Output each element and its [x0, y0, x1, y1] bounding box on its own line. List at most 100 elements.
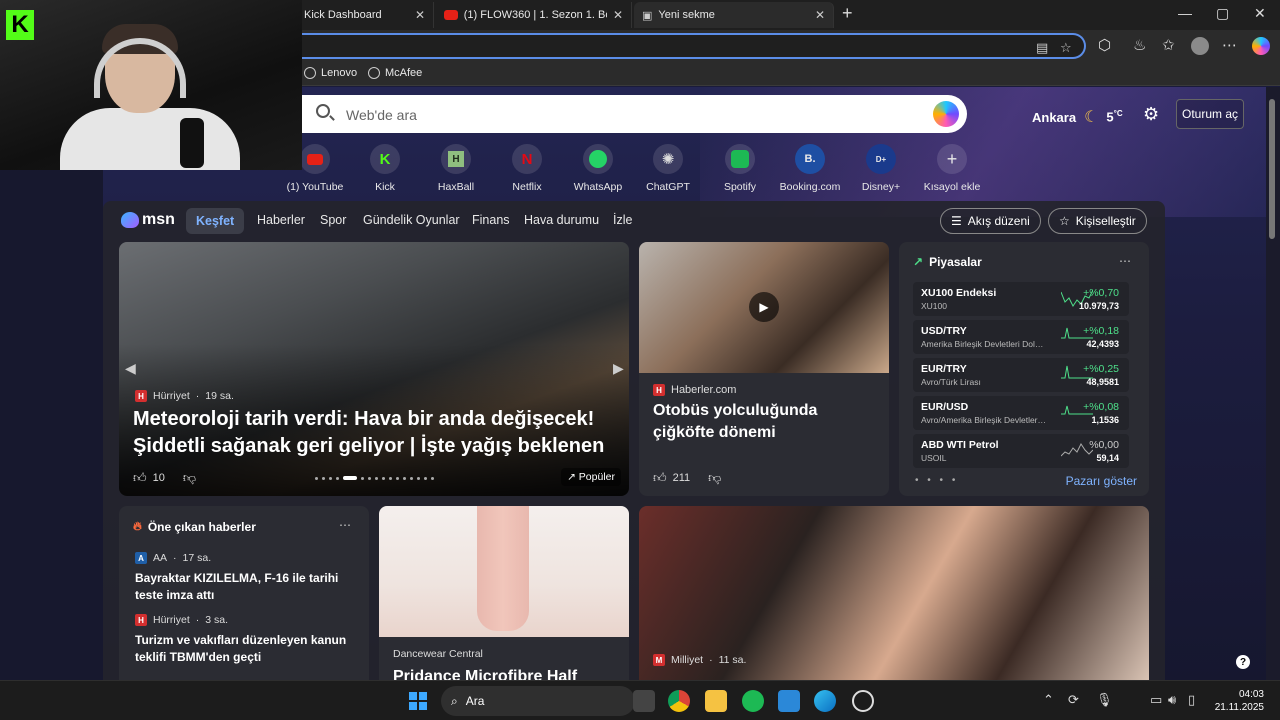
- left-background-strip: [0, 170, 103, 680]
- nav-izle[interactable]: İzle: [613, 213, 632, 227]
- shortcut-haxball[interactable]: H HaxBall: [419, 144, 493, 193]
- more-options-icon[interactable]: ⋯: [339, 518, 351, 532]
- feed-layout-button[interactable]: ☰ Akış düzeni: [940, 208, 1041, 234]
- msn-logo[interactable]: msn: [121, 211, 175, 229]
- file-explorer-icon[interactable]: [705, 690, 727, 712]
- task-view-icon[interactable]: [633, 690, 655, 712]
- dislike-icon[interactable]: 👎︎: [708, 470, 721, 486]
- tab-new-tab[interactable]: ▣ Yeni sekme ✕: [634, 2, 834, 28]
- shortcut-booking[interactable]: B. Booking.com: [773, 144, 847, 193]
- shortcut-chatgpt[interactable]: ✺ ChatGPT: [631, 144, 705, 193]
- search-icon: [316, 104, 330, 118]
- performance-icon[interactable]: ♨: [1133, 36, 1146, 54]
- video-title[interactable]: Otobüs yolculuğunda çiğköfte dönemi: [653, 400, 853, 444]
- market-row[interactable]: XU100 Endeksi XU100 +%0,70 10.979,73: [913, 282, 1129, 316]
- start-windows-icon[interactable]: [407, 690, 429, 712]
- shortcut-spotify[interactable]: Spotify: [703, 144, 777, 193]
- shortcut-disney[interactable]: D+ Disney+: [844, 144, 918, 193]
- split-screen-icon[interactable]: ▤: [1036, 40, 1048, 56]
- nav-finans[interactable]: Finans: [472, 213, 510, 227]
- web-search-box[interactable]: Web'de ara: [302, 95, 967, 133]
- hurriyet-logo-icon: H: [135, 614, 147, 626]
- copilot-icon[interactable]: [1252, 37, 1270, 55]
- carousel-prev-icon[interactable]: ◀: [125, 360, 136, 377]
- promo-card[interactable]: Dancewear Central Pridance Microfibre Ha…: [379, 506, 629, 680]
- disney-icon: D+: [866, 144, 896, 174]
- sign-in-button[interactable]: Oturum aç: [1176, 99, 1244, 129]
- close-icon[interactable]: ✕: [613, 8, 623, 22]
- carousel-next-icon[interactable]: ▶: [613, 360, 624, 377]
- help-icon[interactable]: ?: [1236, 655, 1250, 669]
- copilot-icon[interactable]: [933, 101, 959, 127]
- search-input[interactable]: Web'de ara: [346, 107, 417, 123]
- favorites-icon[interactable]: ✩: [1162, 36, 1175, 54]
- store-icon[interactable]: [778, 690, 800, 712]
- scrollbar[interactable]: [1266, 87, 1280, 680]
- carousel-dots[interactable]: [315, 476, 434, 480]
- edge-icon[interactable]: [814, 690, 836, 712]
- taskbar-search[interactable]: ⌕ Ara: [441, 686, 635, 716]
- market-row[interactable]: ABD WTI Petrol USOIL %0,00 59,14: [913, 434, 1129, 468]
- microphone-icon[interactable]: 🎙︎: [1096, 692, 1113, 708]
- more-options-icon[interactable]: ⋯: [1119, 254, 1131, 268]
- hero-title[interactable]: Meteoroloji tarih verdi: Hava bir anda d…: [133, 406, 619, 460]
- sync-icon[interactable]: ⟳: [1068, 692, 1079, 708]
- markets-header: ↗ Piyasalar: [913, 255, 982, 269]
- close-icon[interactable]: ✕: [815, 8, 825, 22]
- article-source: H Haberler.com: [653, 384, 736, 396]
- list-item[interactable]: A AA · 17 sa. Bayraktar KIZILELMA, F-16 …: [135, 552, 355, 604]
- close-icon[interactable]: ✕: [415, 8, 425, 22]
- nav-gundelik-oyunlar[interactable]: Gündelik Oyunlar: [363, 213, 460, 227]
- video-card[interactable]: ▶ H Haberler.com Otobüs yolculuğunda çiğ…: [639, 242, 889, 496]
- market-row[interactable]: EUR/USD Avro/Amerika Birleşik Devletleri…: [913, 396, 1129, 430]
- shortcut-whatsapp[interactable]: WhatsApp: [561, 144, 635, 193]
- hero-card[interactable]: ◀ ▶ H Hürriyet · 19 sa. Meteoroloji tari…: [119, 242, 629, 496]
- maximize-icon[interactable]: ▢: [1216, 5, 1229, 22]
- tab-flow360[interactable]: (1) FLOW360 | 1. Sezon 1. Bölüm | ✕: [436, 2, 632, 28]
- address-input[interactable]: ▤ ☆: [302, 33, 1086, 59]
- more-menu-icon[interactable]: ⋯: [1222, 36, 1237, 54]
- market-row[interactable]: EUR/TRY Avro/Türk Lirası +%0,25 48,9581: [913, 358, 1129, 392]
- new-tab-button[interactable]: +: [842, 3, 853, 24]
- webcam-overlay: K: [0, 0, 302, 170]
- tab-label: (1) FLOW360 | 1. Sezon 1. Bölüm |: [463, 9, 607, 21]
- market-row[interactable]: USD/TRY Amerika Birleşik Devletleri Dola…: [913, 320, 1129, 354]
- play-icon[interactable]: ▶: [749, 292, 779, 322]
- article-source: M Milliyet · 11 sa.: [653, 654, 746, 666]
- profile-avatar[interactable]: [1191, 37, 1209, 55]
- chrome-icon[interactable]: [668, 690, 690, 712]
- gear-icon[interactable]: ⚙: [1143, 104, 1159, 125]
- volume-icon[interactable]: 🔊︎: [1168, 692, 1176, 708]
- personalize-button[interactable]: ☆ Kişiselleştir: [1048, 208, 1147, 234]
- shortcut-kick[interactable]: K Kick: [348, 144, 422, 193]
- chatgpt-icon[interactable]: [852, 690, 874, 712]
- shortcut-add[interactable]: + Kısayol ekle: [915, 144, 989, 193]
- like-icon[interactable]: 👍︎: [653, 470, 667, 486]
- nav-hava-durumu[interactable]: Hava durumu: [524, 213, 599, 227]
- weather-widget[interactable]: Ankara ☾ 5°C: [1032, 107, 1123, 127]
- like-icon[interactable]: 👍︎: [133, 470, 147, 486]
- spotify-icon[interactable]: [742, 690, 764, 712]
- extensions-icon[interactable]: ⬡: [1098, 36, 1111, 54]
- nav-haberler[interactable]: Haberler: [257, 213, 305, 227]
- favorite-star-icon[interactable]: ☆: [1060, 40, 1072, 56]
- markets-pager-dots[interactable]: • • • •: [915, 475, 958, 486]
- bookmark-lenovo[interactable]: Lenovo: [304, 67, 357, 79]
- dislike-icon[interactable]: 👎︎: [183, 470, 196, 486]
- network-icon[interactable]: ▭: [1150, 692, 1162, 708]
- nav-kesfet[interactable]: Keşfet: [186, 208, 245, 234]
- featured-news-card: 🔥︎ Öne çıkan haberler ⋯ A AA · 17 sa. Ba…: [119, 506, 369, 680]
- bookmark-mcafee[interactable]: McAfee: [368, 67, 422, 79]
- chevron-up-icon[interactable]: ⌃: [1043, 692, 1054, 708]
- close-window-icon[interactable]: ✕: [1254, 5, 1266, 22]
- battery-icon[interactable]: ▯: [1188, 692, 1195, 708]
- large-news-card[interactable]: M Milliyet · 11 sa.: [639, 506, 1149, 680]
- nav-spor[interactable]: Spor: [320, 213, 346, 227]
- show-markets-link[interactable]: Pazarı göster: [1066, 474, 1137, 488]
- shortcut-netflix[interactable]: N Netflix: [490, 144, 564, 193]
- clock[interactable]: 04:03 21.11.2025: [1214, 688, 1264, 714]
- article-source: H Hürriyet · 19 sa.: [135, 390, 234, 402]
- list-item[interactable]: H Hürriyet · 3 sa. Turizm ve vakıfları d…: [135, 614, 355, 666]
- minimize-icon[interactable]: —: [1178, 5, 1192, 21]
- tab-kick-dashboard[interactable]: Kick Dashboard ✕: [296, 2, 434, 28]
